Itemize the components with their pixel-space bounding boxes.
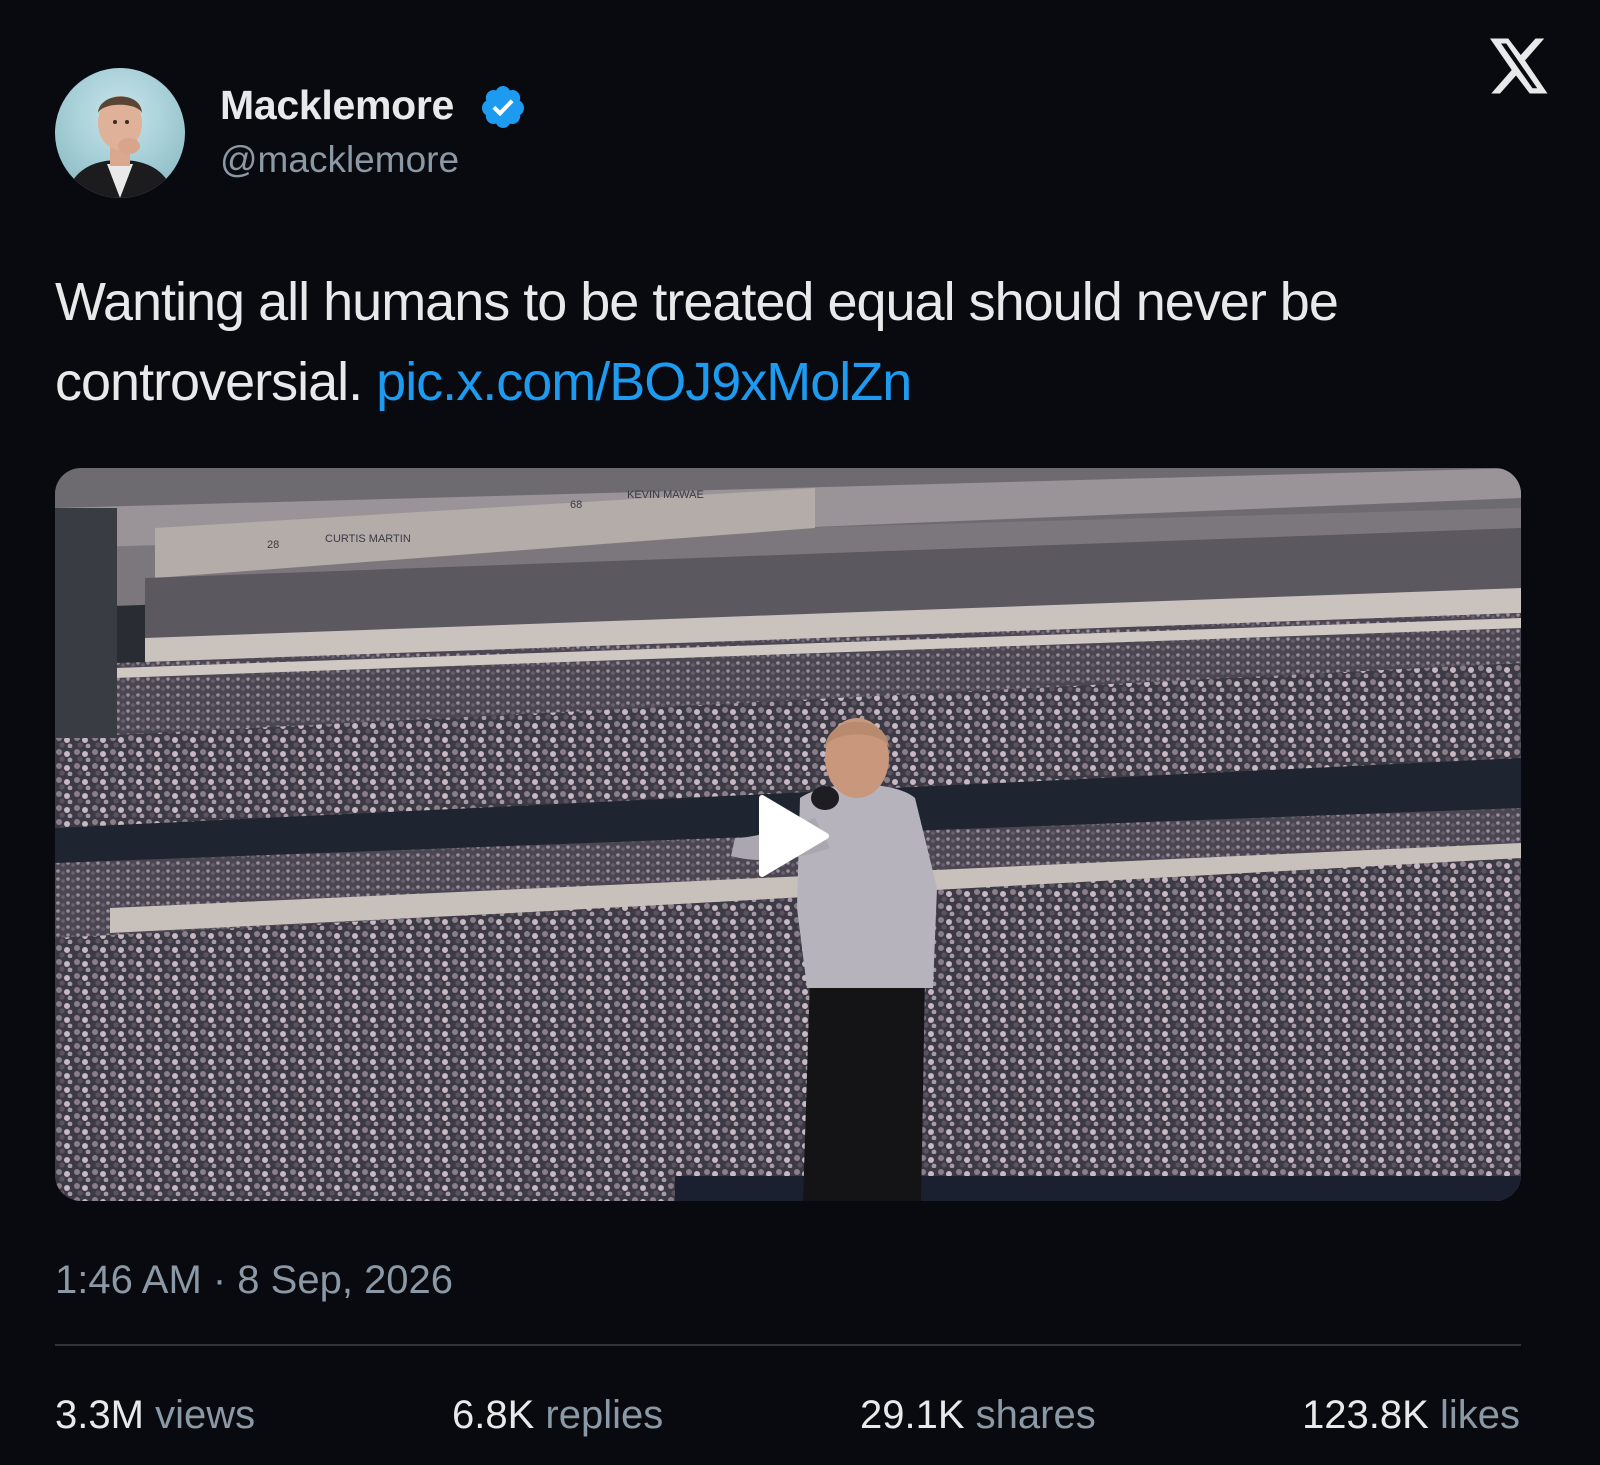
author-avatar[interactable] (55, 68, 185, 198)
divider (55, 1344, 1521, 1346)
replies-count: 6.8K (452, 1393, 535, 1437)
x-logo-icon[interactable] (1490, 38, 1550, 94)
verified-badge-icon (481, 86, 524, 128)
author-handle[interactable]: @macklemore (220, 137, 459, 183)
tweet-timestamp[interactable]: 1:46 AM · 8 Sep, 2026 (55, 1255, 453, 1305)
tweet-media-link[interactable]: pic.x.com/BOJ9xMolZn (376, 352, 912, 412)
views-stat[interactable]: 3.3M views (55, 1390, 255, 1440)
tweet-text: Wanting all humans to be treated equal s… (55, 262, 1535, 422)
replies-stat[interactable]: 6.8K replies (452, 1390, 663, 1440)
shares-stat[interactable]: 29.1K shares (860, 1390, 1096, 1440)
likes-label: likes (1439, 1393, 1520, 1437)
shares-count: 29.1K (860, 1393, 965, 1437)
stadium-sign-name: KEVIN MAWAE (627, 489, 704, 501)
stadium-sign-name: CURTIS MARTIN (325, 533, 411, 545)
play-icon[interactable] (758, 794, 830, 878)
shares-label: shares (975, 1393, 1096, 1437)
stadium-sign-number: 68 (570, 499, 582, 511)
replies-label: replies (545, 1393, 664, 1437)
avatar-portrait (65, 96, 175, 198)
author-name[interactable]: Macklemore (220, 80, 454, 130)
likes-count: 123.8K (1302, 1393, 1429, 1437)
tweet-card: Macklemore @macklemore Wanting all human… (0, 0, 1600, 1465)
views-count: 3.3M (55, 1393, 144, 1437)
stadium-sign-number: 28 (267, 539, 279, 551)
views-label: views (155, 1393, 256, 1437)
likes-stat[interactable]: 123.8K likes (1302, 1390, 1520, 1440)
